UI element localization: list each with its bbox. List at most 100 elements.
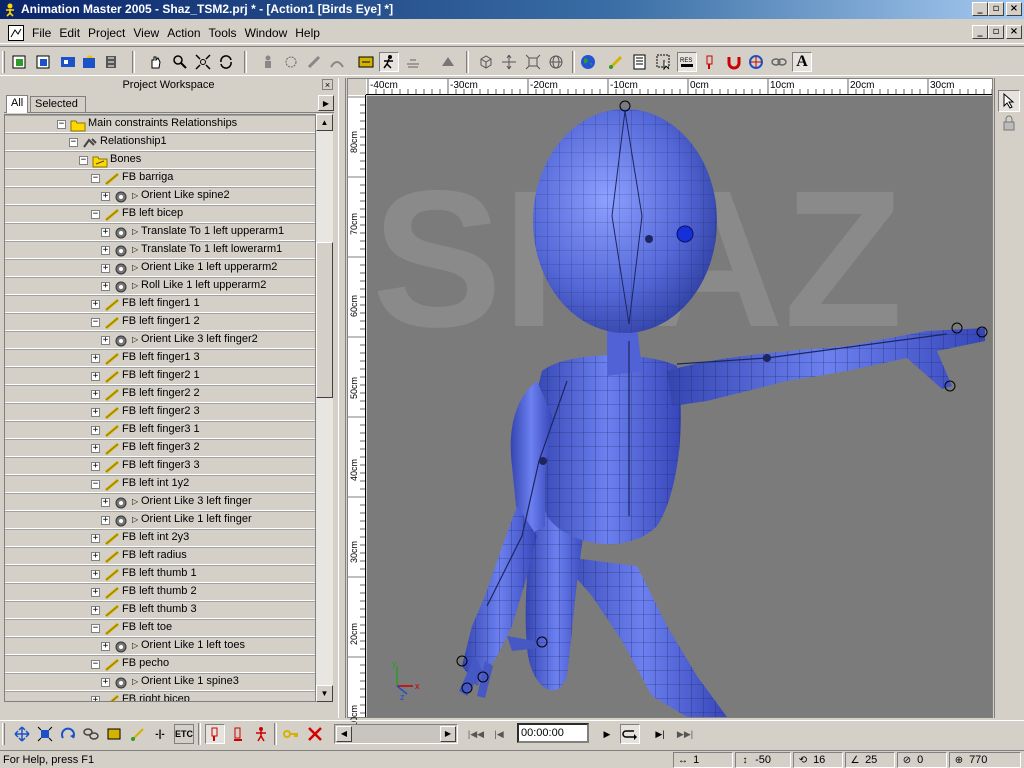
new-action-icon[interactable]: [34, 52, 54, 72]
go-to-start-icon[interactable]: |◀◀: [467, 724, 485, 744]
child-restore-button[interactable]: ▫: [988, 25, 1004, 39]
expand-icon[interactable]: +: [91, 426, 100, 435]
cube-icon[interactable]: [476, 52, 496, 72]
play-icon[interactable]: ▶: [598, 724, 616, 744]
menu-view[interactable]: View: [129, 22, 163, 44]
expand-icon[interactable]: +: [101, 678, 110, 687]
menu-project[interactable]: Project: [84, 22, 129, 44]
hand-icon[interactable]: [146, 52, 166, 72]
tree-row[interactable]: − FB barriga: [5, 169, 315, 187]
tree-row[interactable]: − FB pecho: [5, 655, 315, 673]
etc-button[interactable]: ETC: [174, 724, 194, 744]
tree-row[interactable]: + FB left finger3 3: [5, 457, 315, 475]
tree-row[interactable]: + FB left finger2 3: [5, 403, 315, 421]
tree-row[interactable]: + FB left radius: [5, 547, 315, 565]
scale-mode-icon[interactable]: [35, 724, 55, 744]
resolution-icon[interactable]: RES: [677, 52, 697, 72]
expand-icon[interactable]: +: [91, 372, 100, 381]
scale-icon[interactable]: [523, 52, 543, 72]
collapse-icon[interactable]: −: [57, 120, 66, 129]
expand-icon[interactable]: +: [91, 444, 100, 453]
expand-icon[interactable]: +: [91, 588, 100, 597]
expand-icon[interactable]: +: [101, 498, 110, 507]
tab-all[interactable]: All: [6, 95, 29, 113]
loop-icon[interactable]: [620, 724, 640, 744]
chain-icon[interactable]: [81, 724, 101, 744]
skeletal-mode-icon[interactable]: [258, 52, 278, 72]
tree-row[interactable]: + FB left thumb 1: [5, 565, 315, 583]
tab-selected[interactable]: Selected: [30, 96, 86, 112]
time-slider[interactable]: ◀ ▶: [334, 724, 458, 744]
tree-row[interactable]: + ▷ Orient Like spine2: [5, 187, 315, 205]
menu-edit[interactable]: Edit: [55, 22, 84, 44]
expand-icon[interactable]: +: [101, 516, 110, 525]
expand-icon[interactable]: +: [101, 282, 110, 291]
go-to-end-icon[interactable]: ▶▶|: [676, 724, 694, 744]
menu-help[interactable]: Help: [291, 22, 324, 44]
expand-icon[interactable]: +: [101, 336, 110, 345]
tree-row[interactable]: + FB right bicep: [5, 691, 315, 701]
grooming-mode-icon[interactable]: [327, 52, 347, 72]
previous-frame-icon[interactable]: |◀: [490, 724, 508, 744]
tree-row[interactable]: + FB left finger1 1: [5, 295, 315, 313]
menu-action[interactable]: Action: [163, 22, 204, 44]
zoom-icon[interactable]: [170, 52, 190, 72]
tree-row[interactable]: + FB left finger2 1: [5, 367, 315, 385]
expand-icon[interactable]: +: [91, 300, 100, 309]
tree-row[interactable]: + ▷ Orient Like 1 left upperarm2: [5, 259, 315, 277]
tree-row[interactable]: + ▷ Orient Like 1 spine3: [5, 673, 315, 691]
child-minimize-button[interactable]: _: [972, 25, 988, 39]
tree-row[interactable]: + FB left finger3 2: [5, 439, 315, 457]
key-icon[interactable]: [281, 724, 301, 744]
onion-skin-icon[interactable]: [403, 52, 423, 72]
tree-row[interactable]: + ▷ Translate To 1 left upperarm1: [5, 223, 315, 241]
collapse-icon[interactable]: −: [91, 480, 100, 489]
tree-row[interactable]: + ▷ Translate To 1 left lowerarm1: [5, 241, 315, 259]
next-frame-icon[interactable]: ▶|: [651, 724, 669, 744]
scroll-thumb[interactable]: [316, 242, 333, 398]
close-button[interactable]: ×: [1006, 2, 1022, 16]
pose-icon[interactable]: [228, 724, 248, 744]
bones-mode-icon[interactable]: [304, 52, 324, 72]
current-time-input[interactable]: 00:00:00: [517, 723, 589, 743]
tree-row[interactable]: + ▷ Orient Like 1 left toes: [5, 637, 315, 655]
animation-mode-icon[interactable]: [356, 52, 376, 72]
zoom-fit-icon[interactable]: [193, 52, 213, 72]
pin-toggle-icon[interactable]: [205, 724, 225, 744]
menu-window[interactable]: Window: [241, 22, 292, 44]
bone-tool-icon[interactable]: [606, 52, 626, 72]
delete-keys-icon[interactable]: [305, 724, 325, 744]
collapse-icon[interactable]: −: [91, 210, 100, 219]
workspace-close-icon[interactable]: ×: [322, 79, 333, 90]
scroll-up-arrow-icon[interactable]: ▲: [316, 114, 333, 131]
open-project-icon[interactable]: [80, 52, 100, 72]
keyframe-list-icon[interactable]: [630, 52, 650, 72]
maximize-button[interactable]: ▫: [988, 2, 1004, 16]
translate-mode-icon[interactable]: [12, 724, 32, 744]
tree-row[interactable]: + ▷ Orient Like 1 left finger: [5, 511, 315, 529]
expand-icon[interactable]: +: [91, 354, 100, 363]
chain-link-icon[interactable]: [769, 52, 789, 72]
tree-row[interactable]: + FB left finger1 3: [5, 349, 315, 367]
tree-row[interactable]: + ▷ Orient Like 3 left finger2: [5, 331, 315, 349]
bone-segment-icon[interactable]: [128, 724, 148, 744]
text-tool-icon[interactable]: A: [792, 52, 812, 72]
target-icon[interactable]: [746, 52, 766, 72]
render-icon[interactable]: [438, 52, 458, 72]
tree-row[interactable]: + ▷ Orient Like 3 left finger: [5, 493, 315, 511]
expand-icon[interactable]: +: [91, 534, 100, 543]
film-icon[interactable]: [102, 52, 122, 72]
new-choreography-icon[interactable]: [58, 52, 78, 72]
scroll-down-arrow-icon[interactable]: ▼: [316, 685, 333, 702]
expand-icon[interactable]: +: [101, 264, 110, 273]
menu-file[interactable]: File: [28, 22, 55, 44]
collapse-icon[interactable]: −: [79, 156, 88, 165]
collapse-icon[interactable]: −: [91, 660, 100, 669]
tree-row[interactable]: + FB left int 2y3: [5, 529, 315, 547]
time-slider-right-arrow-icon[interactable]: ▶: [440, 726, 456, 742]
keyframe-icon[interactable]: [104, 724, 124, 744]
tree-row[interactable]: + ▷ Roll Like 1 left upperarm2: [5, 277, 315, 295]
tree-row[interactable]: + FB left finger3 1: [5, 421, 315, 439]
magnet-icon[interactable]: [724, 52, 744, 72]
toolbar-grip[interactable]: [2, 51, 5, 73]
